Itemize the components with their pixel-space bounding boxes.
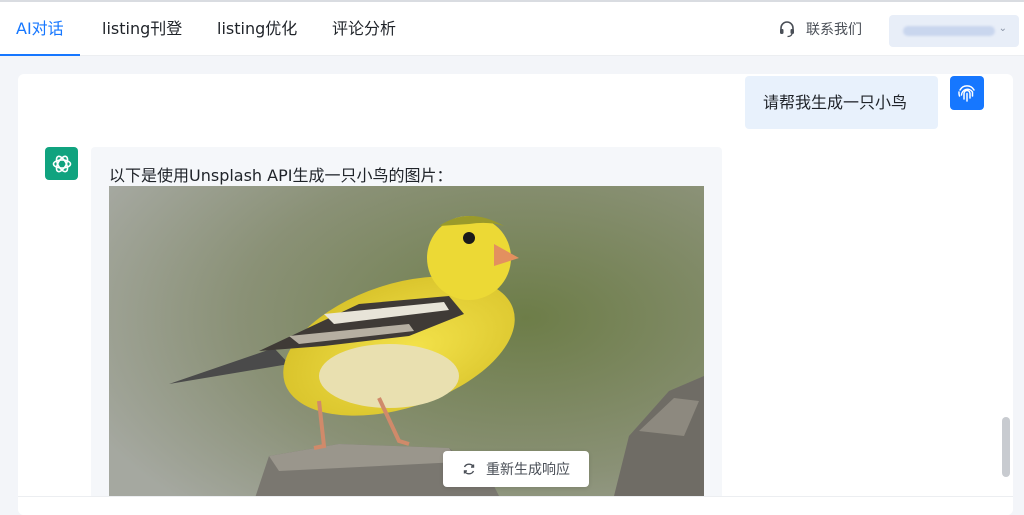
regenerate-label: 重新生成响应 [486, 462, 570, 478]
headset-icon [780, 21, 794, 38]
openai-logo-icon [52, 155, 71, 172]
regenerate-response-button[interactable]: 重新生成响应 [443, 451, 589, 487]
top-navigation-bar: AI对话 listing刊登 listing优化 评论分析 联系我们 ⌄ [0, 0, 1024, 56]
tab-listing-optimize[interactable]: listing优化 [201, 2, 313, 56]
tab-ai-chat[interactable]: AI对话 [0, 2, 80, 56]
chat-input-area[interactable] [18, 496, 1013, 515]
fingerprint-icon [958, 85, 975, 102]
chat-scrollbar[interactable] [1002, 417, 1010, 477]
user-avatar [950, 76, 984, 110]
user-account-dropdown[interactable]: ⌄ [889, 15, 1019, 47]
tab-listing-publish[interactable]: listing刊登 [86, 2, 198, 56]
blurred-username [903, 26, 995, 36]
bot-avatar [45, 147, 78, 180]
chat-panel: 请帮我生成一只小鸟 以下是使用Unsplash API生成一只小鸟的图片： 重新… [18, 74, 1013, 515]
yellow-finch-photo [109, 186, 704, 515]
yellow-finch-illustration [109, 186, 704, 515]
bot-message-text: 以下是使用Unsplash API生成一只小鸟的图片： [109, 166, 453, 185]
chevron-down-icon: ⌄ [998, 23, 1007, 34]
contact-us-label: 联系我们 [806, 22, 862, 38]
user-message-bubble: 请帮我生成一只小鸟 [745, 76, 938, 129]
refresh-icon [463, 463, 475, 475]
contact-us-link[interactable]: 联系我们 [778, 2, 862, 56]
bot-message-bubble: 以下是使用Unsplash API生成一只小鸟的图片： [91, 147, 722, 515]
tab-review-analysis[interactable]: 评论分析 [316, 2, 412, 56]
